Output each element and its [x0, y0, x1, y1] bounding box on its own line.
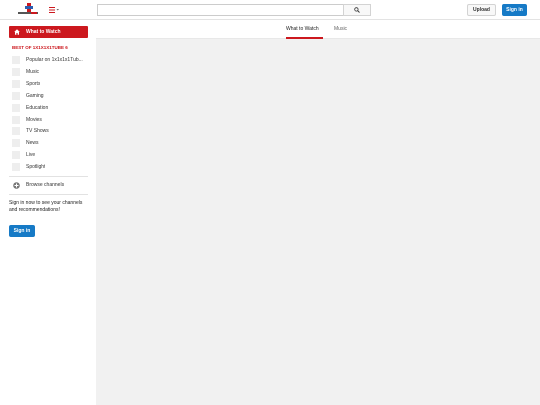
- channel-thumbnail: [12, 151, 20, 159]
- sidebar-divider: [9, 194, 88, 195]
- search-bar: [97, 4, 371, 16]
- channel-thumbnail: [12, 80, 20, 88]
- signin-prompt-text: Sign in now to see your channels and rec…: [9, 200, 83, 213]
- tab-label: Music: [334, 26, 348, 32]
- sidebar-item-label: News: [26, 140, 39, 146]
- guide-sidebar: What to Watch BEST OF 1X1X1X1TUBE 6 Popu…: [0, 20, 96, 405]
- sidebar-item-label: Movies: [26, 117, 42, 123]
- sidebar-item-sports[interactable]: Sports: [12, 80, 88, 89]
- browse-channels-label: Browse channels: [26, 182, 65, 188]
- sidebar-divider: [9, 176, 88, 177]
- channel-thumbnail: [12, 104, 20, 112]
- channel-thumbnail: [12, 127, 20, 135]
- magnifier-icon: [354, 7, 360, 13]
- plus-circle-icon: [13, 182, 20, 189]
- sidebar-item-label: TV Shows: [26, 128, 49, 134]
- channel-thumbnail: [12, 68, 20, 76]
- sidebar-item-live[interactable]: Live: [12, 151, 88, 160]
- feed-tabs: What to Watch Music: [96, 20, 540, 39]
- sidebar-item-gaming[interactable]: Gaming: [12, 92, 88, 101]
- channel-thumbnail: [12, 116, 20, 124]
- sidebar-item-movies[interactable]: Movies: [12, 116, 88, 125]
- header-signin-button[interactable]: Sign in: [502, 4, 527, 16]
- main-content: What to Watch Music: [96, 20, 540, 405]
- search-input[interactable]: [97, 4, 344, 16]
- channel-thumbnail: [12, 139, 20, 147]
- home-icon: [14, 29, 20, 35]
- sidebar-item-music[interactable]: Music: [12, 68, 88, 77]
- sidebar-item-education[interactable]: Education: [12, 104, 88, 113]
- sidebar-item-label: Spotlight: [26, 164, 46, 170]
- what-to-watch-item[interactable]: What to Watch: [9, 26, 88, 38]
- sidebar-item-popular[interactable]: Popular on 1x1x1x1Tub...: [12, 56, 88, 65]
- sidebar-item-spotlight[interactable]: Spotlight: [12, 163, 88, 172]
- sidebar-signin-button[interactable]: Sign in: [9, 225, 35, 237]
- sidebar-item-label: Sports: [26, 81, 41, 87]
- sidebar-item-label: Music: [26, 69, 40, 75]
- site-logo[interactable]: [18, 3, 38, 17]
- channel-thumbnail: [12, 163, 20, 171]
- sidebar-item-label: Gaming: [26, 93, 44, 99]
- best-of-heading: BEST OF 1X1X1X1TUBE 6: [12, 45, 68, 50]
- hamburger-menu-icon: [49, 7, 59, 13]
- sidebar-item-label: Popular on 1x1x1x1Tub...: [26, 57, 83, 63]
- sidebar-item-news[interactable]: News: [12, 139, 88, 148]
- upload-button[interactable]: Upload: [467, 4, 496, 16]
- browse-channels-item[interactable]: Browse channels: [12, 181, 88, 190]
- tab-label: What to Watch: [286, 26, 319, 32]
- sidebar-item-label: Live: [26, 152, 36, 158]
- sidebar-item-tv-shows[interactable]: TV Shows: [12, 127, 88, 136]
- sidebar-item-label: Education: [26, 105, 49, 111]
- masthead: Upload Sign in: [0, 0, 540, 20]
- tab-music[interactable]: Music: [334, 20, 350, 39]
- tab-what-to-watch[interactable]: What to Watch: [286, 20, 323, 39]
- guide-menu-button[interactable]: [48, 5, 60, 15]
- channel-thumbnail: [12, 56, 20, 64]
- what-to-watch-label: What to Watch: [26, 29, 61, 35]
- search-button[interactable]: [343, 4, 371, 16]
- channel-thumbnail: [12, 92, 20, 100]
